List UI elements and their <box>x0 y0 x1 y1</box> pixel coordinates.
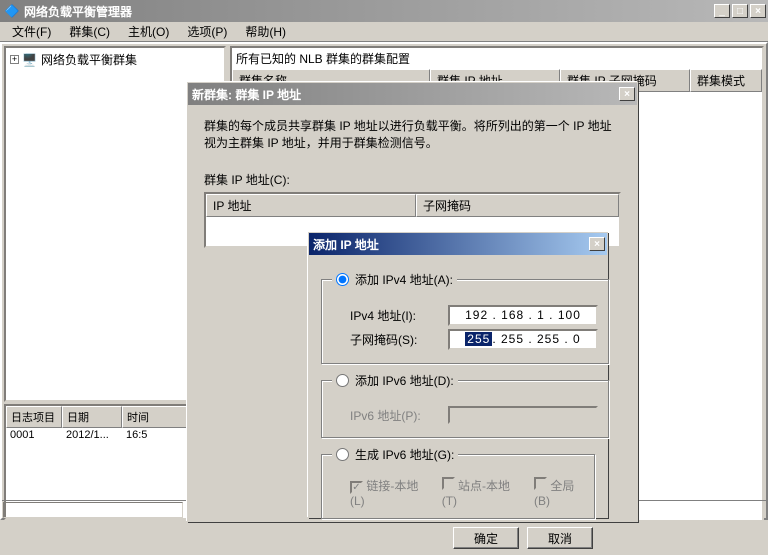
cancel-button[interactable]: 取消 <box>527 527 593 549</box>
newcluster-desc2: 视为主群集 IP 地址，并用于群集检测信号。 <box>204 134 621 151</box>
menu-help[interactable]: 帮助(H) <box>237 21 294 42</box>
newcluster-listlabel: 群集 IP 地址(C): <box>204 171 621 188</box>
menu-file[interactable]: 文件(F) <box>4 21 59 42</box>
status-cell <box>3 502 183 518</box>
gen-ipv6-group: 生成 IPv6 地址(G): ✓ 链接-本地(L) 站点-本地(T) 全局(B) <box>321 446 595 519</box>
subnet-input[interactable]: 255. 255 . 255 . 0 <box>448 329 598 350</box>
ipv4-label: IPv4 地址(I): <box>350 307 440 324</box>
tree-root-label: 网络负载平衡群集 <box>41 51 137 68</box>
cluster-icon: 🖥️ <box>22 52 38 68</box>
col-mode[interactable]: 群集模式 <box>690 69 762 92</box>
ipv4-input[interactable]: 192 . 168 . 1 . 100 <box>448 305 598 326</box>
list-col-ip[interactable]: IP 地址 <box>206 194 416 217</box>
menu-host[interactable]: 主机(O) <box>120 21 177 42</box>
log-col-item[interactable]: 日志项目 <box>6 406 62 428</box>
ipv6-label: IPv6 地址(P): <box>350 407 440 424</box>
radio-gen-label: 生成 IPv6 地址(G): <box>355 446 454 463</box>
tree-root-item[interactable]: + 🖥️ 网络负载平衡群集 <box>8 50 222 69</box>
radio-ipv4-label: 添加 IPv4 地址(A): <box>355 271 453 288</box>
ipv6-input <box>448 406 598 424</box>
menu-cluster[interactable]: 群集(C) <box>61 21 118 42</box>
radio-ipv6-label: 添加 IPv6 地址(D): <box>355 372 454 389</box>
newcluster-close-button[interactable]: × <box>619 87 635 101</box>
ok-button[interactable]: 确定 <box>453 527 519 549</box>
newcluster-titlebar: 新群集: 群集 IP 地址 × <box>188 83 637 105</box>
add-ip-dialog: 添加 IP 地址 × 添加 IPv4 地址(A): IPv4 地址(I): 19… <box>308 232 608 518</box>
radio-ipv4[interactable] <box>336 273 349 286</box>
radio-ipv6[interactable] <box>336 374 349 387</box>
log-cell-time: 16:5 <box>122 429 151 441</box>
log-col-date[interactable]: 日期 <box>62 406 122 428</box>
addip-title: 添加 IP 地址 <box>313 236 589 253</box>
checkbox-link-local: ✓ <box>350 481 363 494</box>
log-cell-item: 0001 <box>6 429 62 441</box>
checkbox-global <box>534 477 547 490</box>
ipv6-group: 添加 IPv6 地址(D): IPv6 地址(P): <box>321 372 609 438</box>
newcluster-title: 新群集: 群集 IP 地址 <box>192 86 619 103</box>
addip-titlebar: 添加 IP 地址 × <box>309 233 607 255</box>
subnet-label: 子网掩码(S): <box>350 331 440 348</box>
app-icon: 🔷 <box>4 3 20 19</box>
tree-expander-icon[interactable]: + <box>10 55 19 64</box>
radio-gen[interactable] <box>336 448 349 461</box>
maximize-button[interactable]: □ <box>732 4 748 18</box>
menu-options[interactable]: 选项(P) <box>179 21 235 42</box>
main-title: 网络负载平衡管理器 <box>24 3 714 20</box>
main-titlebar: 🔷 网络负载平衡管理器 _ □ × <box>0 0 768 22</box>
radio-gen-legend[interactable]: 生成 IPv6 地址(G): <box>332 446 458 463</box>
minimize-button[interactable]: _ <box>714 4 730 18</box>
checkbox-site-local <box>442 477 455 490</box>
radio-ipv4-legend[interactable]: 添加 IPv4 地址(A): <box>332 271 457 288</box>
log-cell-date: 2012/1... <box>62 429 122 441</box>
main-menubar: 文件(F) 群集(C) 主机(O) 选项(P) 帮助(H) <box>0 22 768 42</box>
right-heading: 所有已知的 NLB 群集的群集配置 <box>232 48 762 69</box>
close-button[interactable]: × <box>750 4 766 18</box>
radio-ipv6-legend[interactable]: 添加 IPv6 地址(D): <box>332 372 458 389</box>
list-col-subnet[interactable]: 子网掩码 <box>416 194 619 217</box>
addip-close-button[interactable]: × <box>589 237 605 251</box>
ipv4-group: 添加 IPv4 地址(A): IPv4 地址(I): 192 . 168 . 1… <box>321 271 609 364</box>
newcluster-desc1: 群集的每个成员共享群集 IP 地址以进行负载平衡。将所列出的第一个 IP 地址 <box>204 117 621 134</box>
